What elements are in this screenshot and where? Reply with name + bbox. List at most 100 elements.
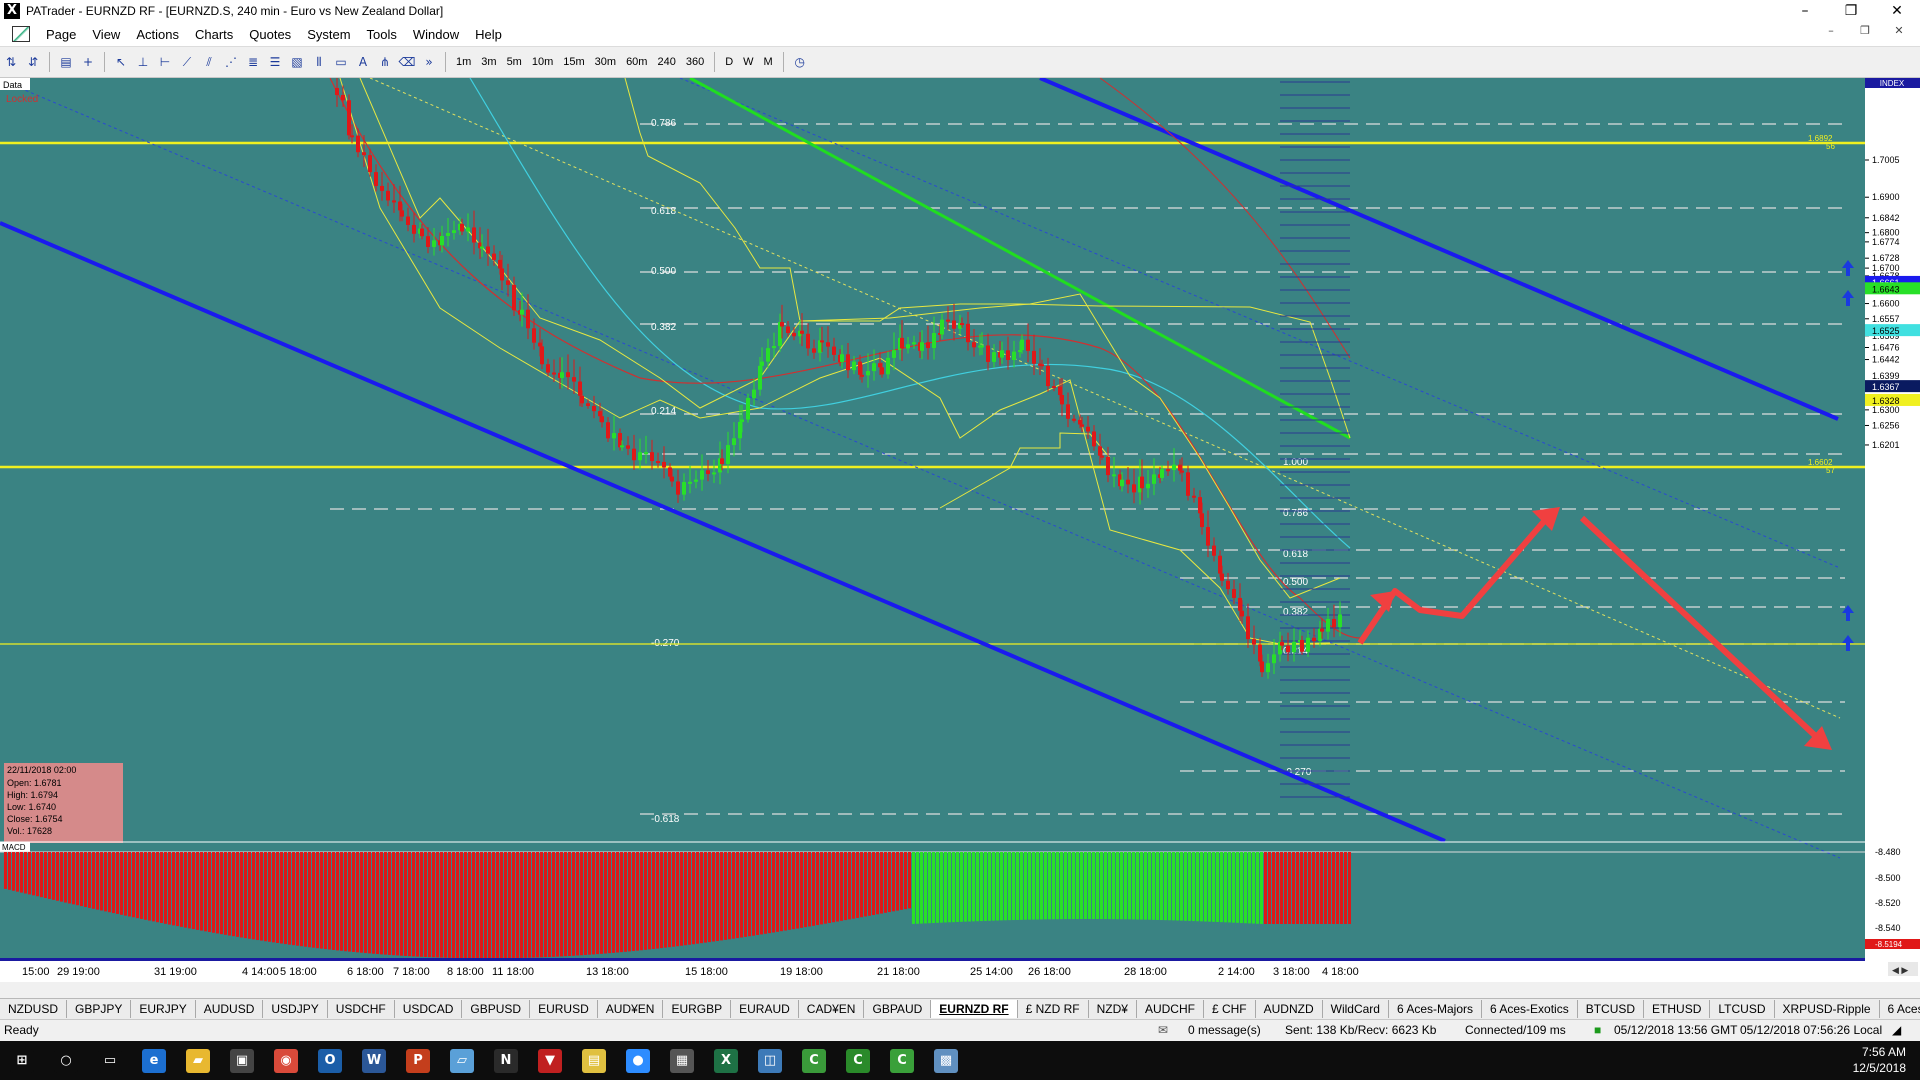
- taskbar-app-17[interactable]: ◫: [748, 1041, 792, 1080]
- tab-nzd[interactable]: NZD¥: [1089, 1000, 1137, 1018]
- tab-audnzd[interactable]: AUDNZD: [1256, 1000, 1323, 1018]
- cycle-tool-icon[interactable]: ⦀: [310, 53, 328, 71]
- menu-tools[interactable]: Tools: [359, 27, 405, 42]
- minimize-button[interactable]: –: [1782, 0, 1828, 22]
- tab-usdjpy[interactable]: USDJPY: [263, 1000, 328, 1018]
- tab-nzdusd[interactable]: NZDUSD: [0, 1000, 67, 1018]
- menu-page[interactable]: Page: [38, 27, 84, 42]
- tab-eurnzd-rf[interactable]: EURNZD RF: [931, 1000, 1018, 1018]
- tab-chf[interactable]: £ CHF: [1204, 1000, 1256, 1018]
- fib-ext-tool-icon[interactable]: ☰: [266, 53, 284, 71]
- taskbar-app-14[interactable]: ●: [616, 1041, 660, 1080]
- arrows-icon[interactable]: ⇅: [2, 53, 20, 71]
- menu-view[interactable]: View: [84, 27, 128, 42]
- taskbar-app-7[interactable]: O: [308, 1041, 352, 1080]
- tab-6-aces-majors[interactable]: 6 Aces-Majors: [1389, 1000, 1482, 1018]
- tab-audchf[interactable]: AUDCHF: [1137, 1000, 1204, 1018]
- timeframe-360-button[interactable]: 360: [681, 56, 709, 68]
- text-tool-icon[interactable]: A: [354, 53, 372, 71]
- timeframe-d-button[interactable]: D: [720, 56, 738, 68]
- tab-6-aces-exotics[interactable]: 6 Aces-Exotics: [1482, 1000, 1578, 1018]
- tab-euraud[interactable]: EURAUD: [731, 1000, 799, 1018]
- taskbar-clock[interactable]: 7:56 AM 12/5/2018: [1853, 1044, 1906, 1076]
- chart-add-icon[interactable]: ▤: [57, 53, 75, 71]
- timeframe-10m-button[interactable]: 10m: [527, 56, 558, 68]
- taskbar-app-0[interactable]: ⊞: [0, 1041, 44, 1080]
- rect-tool-icon[interactable]: ▭: [332, 53, 350, 71]
- tab-ltcusd[interactable]: LTCUSD: [1710, 1000, 1775, 1018]
- timeframe-1m-button[interactable]: 1m: [451, 56, 476, 68]
- menu-quotes[interactable]: Quotes: [241, 27, 299, 42]
- tab-gbpjpy[interactable]: GBPJPY: [67, 1000, 132, 1018]
- tab-gbpaud[interactable]: GBPAUD: [864, 1000, 932, 1018]
- menu-actions[interactable]: Actions: [128, 27, 187, 42]
- taskbar-app-2[interactable]: ▭: [88, 1041, 132, 1080]
- timeframe-15m-button[interactable]: 15m: [558, 56, 589, 68]
- timeframe-60m-button[interactable]: 60m: [621, 56, 652, 68]
- arrows-alt-icon[interactable]: ⇵: [24, 53, 42, 71]
- page-chart-icon[interactable]: [12, 26, 30, 42]
- mdi-close-button[interactable]: ✕: [1882, 24, 1916, 37]
- trendline-tool-icon[interactable]: ⟋: [178, 53, 196, 71]
- more-tools-icon[interactable]: »: [420, 53, 438, 71]
- taskbar-app-19[interactable]: C: [836, 1041, 880, 1080]
- vline-tool-icon[interactable]: ⊢: [156, 53, 174, 71]
- crosshair-icon[interactable]: +: [79, 53, 97, 71]
- channel-tool-icon[interactable]: ⫽: [200, 53, 218, 71]
- taskbar-app-9[interactable]: P: [396, 1041, 440, 1080]
- maximize-button[interactable]: ❐: [1828, 0, 1874, 22]
- pointer-icon[interactable]: ↖: [112, 53, 130, 71]
- taskbar-app-5[interactable]: ▣: [220, 1041, 264, 1080]
- tab-eurusd[interactable]: EURUSD: [530, 1000, 598, 1018]
- timeframe-m-button[interactable]: M: [759, 56, 778, 68]
- mdi-minimize-button[interactable]: –: [1814, 24, 1848, 37]
- hline-tool-icon[interactable]: ⊥: [134, 53, 152, 71]
- taskbar-app-10[interactable]: ▱: [440, 1041, 484, 1080]
- tab-eurjpy[interactable]: EURJPY: [131, 1000, 196, 1018]
- tab-usdcad[interactable]: USDCAD: [395, 1000, 463, 1018]
- fan-tool-icon[interactable]: ⋰: [222, 53, 240, 71]
- menu-help[interactable]: Help: [467, 27, 510, 42]
- tab-xrpusd-ripple[interactable]: XRPUSD-Ripple: [1775, 1000, 1880, 1018]
- taskbar-app-1[interactable]: ○: [44, 1041, 88, 1080]
- fib-tool-icon[interactable]: ≣: [244, 53, 262, 71]
- taskbar-app-15[interactable]: ▦: [660, 1041, 704, 1080]
- taskbar-app-13[interactable]: ▤: [572, 1041, 616, 1080]
- menu-system[interactable]: System: [299, 27, 358, 42]
- tab-gbpusd[interactable]: GBPUSD: [462, 1000, 531, 1018]
- taskbar-app-12[interactable]: ▼: [528, 1041, 572, 1080]
- timeframe-w-button[interactable]: W: [738, 56, 758, 68]
- price-chart[interactable]: INDEX 1.7005 1.6900 1.6842 1.6800 1.6774 1.672…: [0, 78, 1920, 982]
- mail-icon[interactable]: ✉: [1158, 1023, 1168, 1037]
- taskbar-app-21[interactable]: ▩: [924, 1041, 968, 1080]
- tab-wildcard[interactable]: WildCard: [1323, 1000, 1389, 1018]
- timeframe-30m-button[interactable]: 30m: [590, 56, 621, 68]
- taskbar-app-3[interactable]: e: [132, 1041, 176, 1080]
- timeframe-5m-button[interactable]: 5m: [502, 56, 527, 68]
- menu-window[interactable]: Window: [405, 27, 467, 42]
- taskbar-app-18[interactable]: C: [792, 1041, 836, 1080]
- taskbar-app-20[interactable]: C: [880, 1041, 924, 1080]
- close-button[interactable]: ✕: [1874, 0, 1920, 22]
- tab-audusd[interactable]: AUDUSD: [196, 1000, 264, 1018]
- pitchfork-tool-icon[interactable]: ⋔: [376, 53, 394, 71]
- taskbar-app-16[interactable]: X: [704, 1041, 748, 1080]
- tab-cad-en[interactable]: CAD¥EN: [799, 1000, 865, 1018]
- erase-tool-icon[interactable]: ⌫: [398, 53, 416, 71]
- clock-icon[interactable]: ◷: [791, 53, 809, 71]
- menu-charts[interactable]: Charts: [187, 27, 241, 42]
- taskbar-app-11[interactable]: N: [484, 1041, 528, 1080]
- chart-canvas[interactable]: INDEX1.70051.69001.68421.68001.67741.672…: [0, 78, 1920, 982]
- tab-btcusd[interactable]: BTCUSD: [1578, 1000, 1645, 1018]
- timeframe-3m-button[interactable]: 3m: [476, 56, 501, 68]
- tab-eurgbp[interactable]: EURGBP: [663, 1000, 732, 1018]
- tab-6-aces-4[interactable]: 6 Aces-4: [1880, 1000, 1920, 1018]
- taskbar-app-4[interactable]: ▰: [176, 1041, 220, 1080]
- status-messages[interactable]: 0 message(s): [1188, 1023, 1261, 1037]
- mdi-restore-button[interactable]: ❐: [1848, 24, 1882, 37]
- taskbar-app-6[interactable]: ◉: [264, 1041, 308, 1080]
- tab-aud-en[interactable]: AUD¥EN: [598, 1000, 664, 1018]
- taskbar-app-8[interactable]: W: [352, 1041, 396, 1080]
- gann-tool-icon[interactable]: ▧: [288, 53, 306, 71]
- tab-nzd-rf[interactable]: £ NZD RF: [1018, 1000, 1089, 1018]
